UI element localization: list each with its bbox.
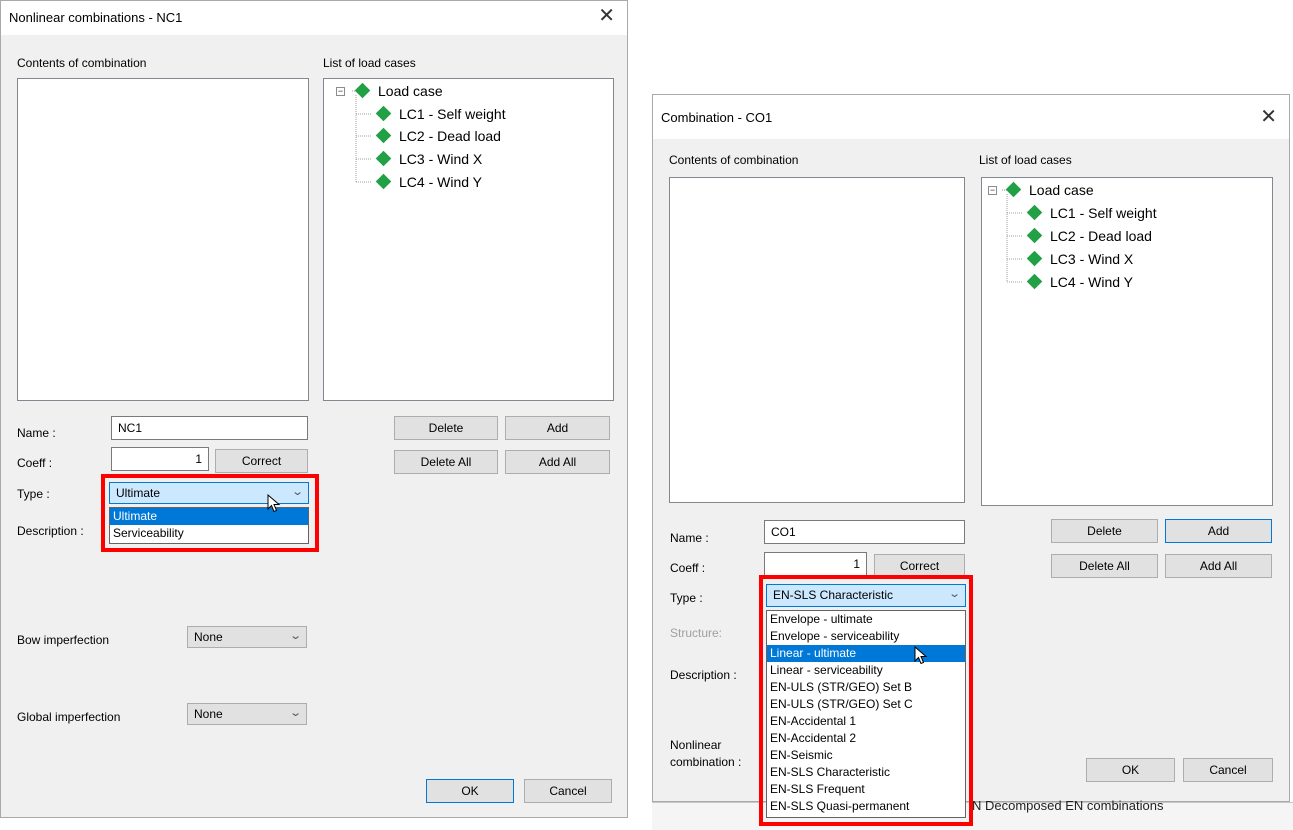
tree-root[interactable]: Load case [378,83,443,99]
nonlinear-label: Nonlinear [670,738,722,752]
type-label: Type : [17,487,50,501]
mouse-cursor-icon [267,494,281,513]
tree-item[interactable]: LC2 - Dead load [399,128,501,144]
cancel-button[interactable]: Cancel [1183,758,1273,782]
add-all-button[interactable]: Add All [1165,554,1272,578]
correct-button[interactable]: Correct [215,449,308,473]
dropdown-option[interactable]: EN-SLS Frequent [767,781,965,798]
structure-label: Structure: [670,626,723,640]
type-label: Type : [670,591,703,605]
dropdown-option[interactable]: EN-Seismic [767,747,965,764]
tree-item[interactable]: LC4 - Wind Y [1050,274,1133,290]
type-dropdown-list: Envelope - ultimate Envelope - serviceab… [766,610,966,818]
chevron-down-icon: ⌄ [288,707,302,719]
description-label: Description : [670,668,737,682]
add-button[interactable]: Add [1165,519,1272,543]
coeff-label: Coeff : [670,561,706,575]
mouse-cursor-icon [914,646,928,665]
contents-label: Contents of combination [669,153,799,167]
tree-item[interactable]: LC4 - Wind Y [399,174,482,190]
nonlinear-combinations-dialog: Nonlinear combinations - NC1 ✕ Contents … [0,0,628,818]
cancel-button[interactable]: Cancel [524,779,612,803]
global-imperfection-label: Global imperfection [17,710,121,724]
collapse-icon[interactable]: − [988,186,997,195]
dropdown-option[interactable]: Envelope - serviceability [767,628,965,645]
close-icon[interactable]: ✕ [1260,107,1277,127]
nonlinear-label-2: combination : [670,755,742,769]
chevron-down-icon: ⌄ [290,486,304,498]
tree-item[interactable]: LC3 - Wind X [1050,251,1133,267]
ok-button[interactable]: OK [1086,758,1175,782]
bow-imperfection-value: None [194,630,223,644]
bow-imperfection-dropdown[interactable]: None ⌄ [187,626,307,648]
tree-item[interactable]: LC1 - Self weight [1050,205,1157,221]
global-imperfection-value: None [194,707,223,721]
description-label: Description : [17,524,84,538]
dropdown-option[interactable]: EN-ULS (STR/GEO) Set B [767,679,965,696]
background-text: N Decomposed EN combinations [972,798,1164,813]
dropdown-option[interactable]: Serviceability [110,525,308,542]
collapse-icon[interactable]: − [336,87,345,96]
contents-list[interactable] [669,177,965,503]
add-all-button[interactable]: Add All [505,450,610,474]
coeff-label: Coeff : [17,456,53,470]
dialog-title: Nonlinear combinations - NC1 [9,10,183,25]
tree-item[interactable]: LC2 - Dead load [1050,228,1152,244]
type-dropdown-value: EN-SLS Characteristic [773,588,894,602]
type-dropdown-value: Ultimate [116,486,161,500]
name-field[interactable]: NC1 [111,416,308,440]
coeff-field[interactable]: 1 [111,447,209,471]
list-label: List of load cases [323,56,416,70]
ok-button[interactable]: OK [426,779,514,803]
dialog-title: Combination - CO1 [661,110,773,125]
chevron-down-icon: ⌄ [947,588,961,600]
tree-lines [352,90,372,183]
contents-label: Contents of combination [17,56,147,70]
load-case-tree[interactable]: − Load case LC1 - Self weight LC2 - Dead… [981,177,1273,506]
dropdown-option[interactable]: EN-SLS Characteristic [767,764,965,781]
tree-lines [1002,189,1023,283]
name-field[interactable]: CO1 [764,520,965,544]
tree-item[interactable]: LC1 - Self weight [399,106,506,122]
dropdown-option[interactable]: EN-SLS Quasi-permanent [767,798,965,815]
title-bar: Nonlinear combinations - NC1 ✕ [1,1,627,35]
tree-root[interactable]: Load case [1029,182,1094,198]
dropdown-option[interactable]: EN-Accidental 2 [767,730,965,747]
close-icon[interactable]: ✕ [598,6,615,26]
load-case-tree[interactable]: − Load case LC1 - Self weight LC2 - Dead… [323,78,614,401]
tree-item[interactable]: LC3 - Wind X [399,151,482,167]
delete-all-button[interactable]: Delete All [394,450,498,474]
contents-list[interactable] [17,78,309,401]
title-bar: Combination - CO1 ✕ [653,95,1289,139]
dropdown-option[interactable]: Linear - ultimate [767,645,965,662]
coeff-field[interactable]: 1 [764,552,867,576]
add-button[interactable]: Add [505,416,610,440]
global-imperfection-dropdown[interactable]: None ⌄ [187,703,307,725]
chevron-down-icon: ⌄ [288,630,302,642]
dropdown-option[interactable]: Linear - serviceability [767,662,965,679]
list-label: List of load cases [979,153,1072,167]
bow-imperfection-label: Bow imperfection [17,633,110,647]
dropdown-option[interactable]: Envelope - ultimate [767,611,965,628]
delete-all-button[interactable]: Delete All [1051,554,1158,578]
name-label: Name : [670,531,709,545]
name-label: Name : [17,426,56,440]
type-dropdown[interactable]: EN-SLS Characteristic ⌄ [766,584,966,607]
delete-button[interactable]: Delete [394,416,498,440]
delete-button[interactable]: Delete [1051,519,1158,543]
dropdown-option[interactable]: EN-Accidental 1 [767,713,965,730]
dropdown-option[interactable]: EN-ULS (STR/GEO) Set C [767,696,965,713]
